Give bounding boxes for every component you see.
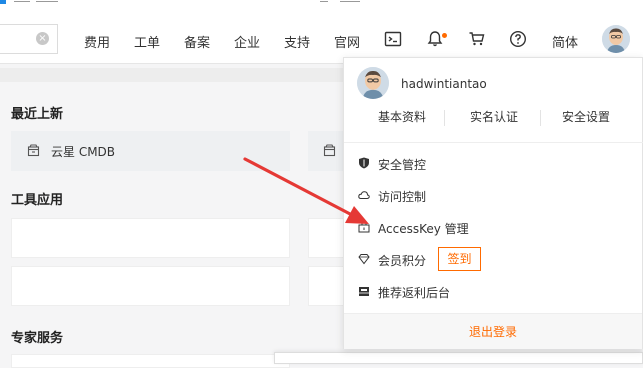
red-arrow-annotation (243, 157, 369, 224)
arrow-shaft (243, 157, 354, 217)
